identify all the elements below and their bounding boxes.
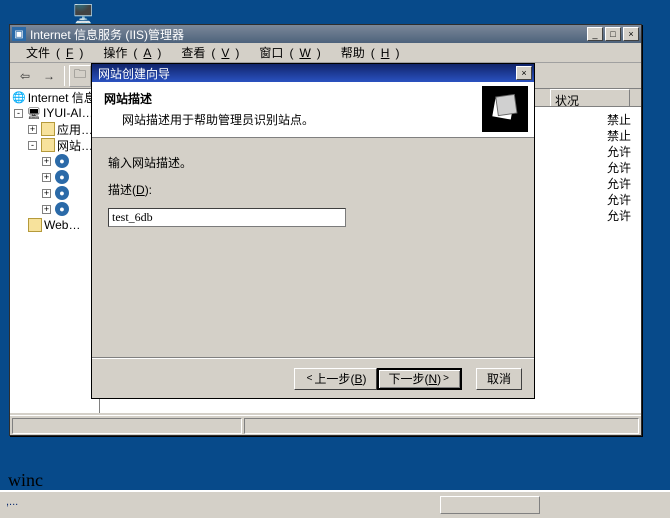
tree-node-webext[interactable]: Web… — [10, 217, 99, 233]
tree-expand-icon[interactable]: + — [42, 157, 51, 166]
site-icon: ● — [55, 202, 69, 216]
tree-node-apppools[interactable]: +应用… — [10, 121, 99, 137]
status-pane — [12, 418, 242, 434]
wizard-header: 网站描述 网站描述用于帮助管理员识别站点。 — [92, 82, 534, 138]
folder-icon — [28, 218, 42, 232]
tree-expand-icon[interactable]: + — [42, 173, 51, 182]
menu-file[interactable]: 文件(F) — [14, 42, 89, 63]
minimize-button[interactable]: _ — [587, 27, 603, 41]
chevron-right-icon: > — [443, 373, 449, 384]
status-cell: 允许 — [607, 175, 631, 192]
forward-button[interactable]: → — [38, 65, 60, 87]
tree-root[interactable]: 🌐Internet 信息… — [10, 89, 99, 105]
folder-open-icon — [41, 138, 55, 152]
window-title: Internet 信息服务 (IIS)管理器 — [30, 26, 585, 43]
network-icon: 🖥️ — [72, 4, 94, 25]
menu-bar: 文件(F) 操作(A) 查看(V) 窗口(W) 帮助(H) — [10, 43, 641, 63]
site-icon: ● — [55, 154, 69, 168]
taskbar-item[interactable]: ,... — [6, 496, 18, 508]
back-button[interactable]: ⇦ — [14, 65, 36, 87]
status-pane — [244, 418, 639, 434]
status-cell: 允许 — [607, 207, 631, 224]
site-icon: ● — [55, 186, 69, 200]
site-icon: ● — [55, 170, 69, 184]
site-creation-wizard: 网站创建向导 × 网站描述 网站描述用于帮助管理员识别站点。 输入网站描述。 描… — [91, 63, 535, 399]
wizard-header-title: 网站描述 — [104, 90, 522, 107]
tree-node-sites[interactable]: -网站… — [10, 137, 99, 153]
app-icon: ▣ — [12, 27, 26, 41]
menu-help[interactable]: 帮助(H) — [329, 42, 406, 63]
wizard-banner-icon — [482, 86, 528, 132]
server-icon: 🖥 — [27, 106, 41, 120]
tree-site-item[interactable]: +● — [10, 201, 99, 217]
status-cell: 禁止 — [607, 127, 631, 144]
wizard-title: 网站创建向导 — [94, 65, 514, 82]
maximize-button[interactable]: □ — [605, 27, 621, 41]
up-button[interactable]: 🗀 — [69, 65, 91, 87]
menu-window[interactable]: 窗口(W) — [247, 42, 326, 63]
tree-expand-icon[interactable]: + — [42, 189, 51, 198]
description-input[interactable] — [108, 208, 346, 227]
back-button[interactable]: <上一步(B) — [294, 368, 378, 390]
status-cell: 允许 — [607, 191, 631, 208]
tree-site-item[interactable]: +● — [10, 153, 99, 169]
iis-titlebar[interactable]: ▣ Internet 信息服务 (IIS)管理器 _ □ × — [10, 25, 641, 43]
page-footer-text: winc — [8, 470, 43, 491]
tree-site-item[interactable]: +● — [10, 185, 99, 201]
wizard-titlebar[interactable]: 网站创建向导 × — [92, 64, 534, 82]
folder-icon — [41, 122, 55, 136]
column-status[interactable]: 状况 — [550, 89, 630, 106]
description-label: 描述(D): — [108, 181, 518, 198]
taskbar[interactable]: ,... — [0, 490, 670, 518]
cancel-button[interactable]: 取消 — [476, 368, 522, 390]
status-cell: 禁止 — [607, 111, 631, 128]
tree-site-item[interactable]: +● — [10, 169, 99, 185]
internet-icon: 🌐 — [12, 90, 26, 104]
wizard-close-button[interactable]: × — [516, 66, 532, 80]
menu-action[interactable]: 操作(A) — [91, 42, 167, 63]
menu-view[interactable]: 查看(V) — [169, 42, 245, 63]
chevron-left-icon: < — [307, 373, 313, 384]
tree-pane[interactable]: 🌐Internet 信息… -🖥IYUI-AI… +应用… -网站… +● +●… — [10, 89, 100, 413]
tree-expand-icon[interactable]: + — [42, 205, 51, 214]
tree-server[interactable]: -🖥IYUI-AI… — [10, 105, 99, 121]
toolbar-separator — [64, 66, 65, 86]
status-cell: 允许 — [607, 143, 631, 160]
tree-collapse-icon[interactable]: - — [14, 109, 23, 118]
taskbar-tray[interactable] — [440, 496, 540, 514]
wizard-body: 网站描述 网站描述用于帮助管理员识别站点。 输入网站描述。 描述(D): <上一… — [92, 82, 534, 398]
status-bar — [10, 415, 641, 435]
wizard-button-row: <上一步(B) 下一步(N)> 取消 — [92, 358, 534, 398]
status-cell: 允许 — [607, 159, 631, 176]
tree-expand-icon[interactable]: + — [28, 125, 37, 134]
wizard-header-sub: 网站描述用于帮助管理员识别站点。 — [122, 111, 522, 128]
close-button[interactable]: × — [623, 27, 639, 41]
wizard-prompt: 输入网站描述。 — [108, 154, 518, 171]
next-button[interactable]: 下一步(N)> — [377, 368, 462, 390]
wizard-content: 输入网站描述。 描述(D): — [92, 138, 534, 227]
tree-collapse-icon[interactable]: - — [28, 141, 37, 150]
